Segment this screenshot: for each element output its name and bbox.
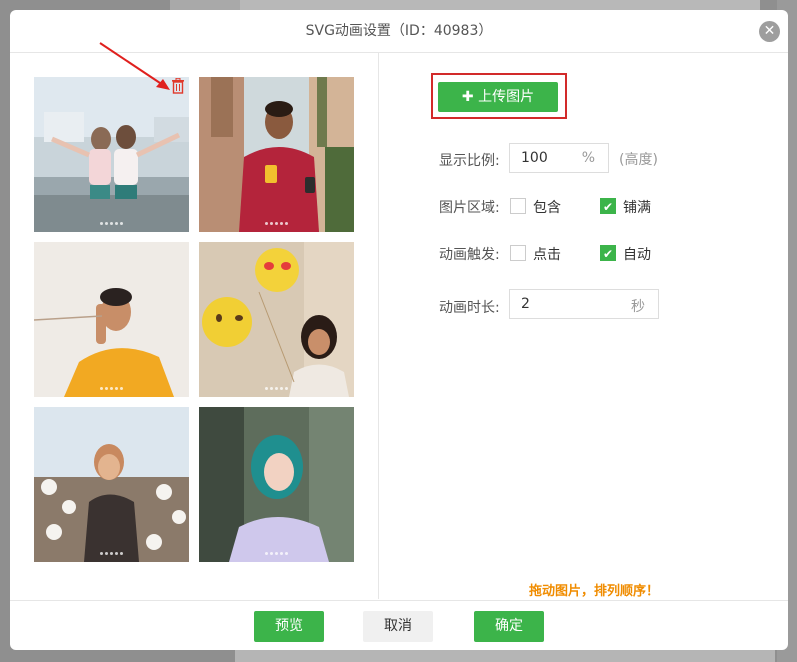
image-thumb-6[interactable] bbox=[199, 407, 354, 562]
trigger-label: 动画触发: bbox=[439, 247, 500, 263]
image-thumb-3[interactable] bbox=[34, 242, 189, 397]
cancel-button[interactable]: 取消 bbox=[363, 611, 433, 642]
carousel-dots bbox=[34, 552, 189, 555]
woman-cotton-field-photo bbox=[34, 407, 189, 562]
dialog-footer: 预览 取消 确定 bbox=[10, 600, 788, 650]
carousel-dots bbox=[199, 552, 354, 555]
image-thumb-4[interactable] bbox=[199, 242, 354, 397]
carousel-dots bbox=[34, 222, 189, 225]
duration-label: 动画时长: bbox=[439, 300, 500, 316]
image-thumb-2[interactable] bbox=[199, 77, 354, 232]
man-with-drink-photo bbox=[199, 77, 354, 232]
trigger-click-checkbox[interactable] bbox=[510, 245, 526, 261]
image-grid bbox=[10, 42, 379, 599]
area-contain-checkbox[interactable] bbox=[510, 198, 526, 214]
ratio-label: 显示比例: bbox=[439, 153, 500, 169]
area-fill-label[interactable]: 铺满 bbox=[623, 197, 651, 217]
preview-button[interactable]: 预览 bbox=[254, 611, 324, 642]
backdrop bbox=[235, 650, 775, 662]
area-fill-checkbox[interactable]: ✔ bbox=[600, 198, 616, 214]
annotation-arrow-icon bbox=[99, 42, 170, 90]
duration-input[interactable]: 2 秒 bbox=[509, 289, 659, 319]
area-contain-label[interactable]: 包含 bbox=[533, 197, 561, 217]
ratio-value: 100 bbox=[521, 150, 548, 166]
svg-animation-dialog: SVG动画设置（ID：40983） ✕ ✚ 上传图片 显示比例: 100 % (… bbox=[10, 10, 788, 650]
trigger-auto-label[interactable]: 自动 bbox=[623, 244, 651, 264]
confirm-button[interactable]: 确定 bbox=[474, 611, 544, 642]
woman-with-balloons-photo bbox=[199, 242, 354, 397]
trigger-click-label[interactable]: 点击 bbox=[533, 244, 561, 264]
ratio-input[interactable]: 100 % bbox=[509, 143, 609, 173]
upload-image-button[interactable]: ✚ 上传图片 bbox=[438, 82, 558, 112]
ratio-unit: % bbox=[581, 150, 595, 166]
upload-label: 上传图片 bbox=[478, 89, 535, 105]
trigger-auto-checkbox[interactable]: ✔ bbox=[600, 245, 616, 261]
carousel-dots bbox=[199, 387, 354, 390]
image-thumb-5[interactable] bbox=[34, 407, 189, 562]
drag-tip: 拖动图片，排列顺序！ bbox=[529, 584, 660, 599]
backdrop bbox=[240, 0, 760, 10]
woman-teal-hair-photo bbox=[199, 407, 354, 562]
carousel-dots bbox=[34, 387, 189, 390]
area-label: 图片区域: bbox=[439, 200, 500, 216]
close-icon[interactable]: ✕ bbox=[759, 21, 780, 42]
man-yellow-shirt-photo bbox=[34, 242, 189, 397]
duration-value: 2 bbox=[521, 296, 530, 312]
settings-panel: ✚ 上传图片 显示比例: 100 % (高度) 图片区域: 包含 ✔ 铺满 动画… bbox=[379, 53, 788, 599]
carousel-dots bbox=[199, 222, 354, 225]
duration-unit: 秒 bbox=[631, 299, 645, 315]
plus-icon: ✚ bbox=[461, 89, 474, 105]
ratio-hint: (高度) bbox=[619, 152, 658, 168]
